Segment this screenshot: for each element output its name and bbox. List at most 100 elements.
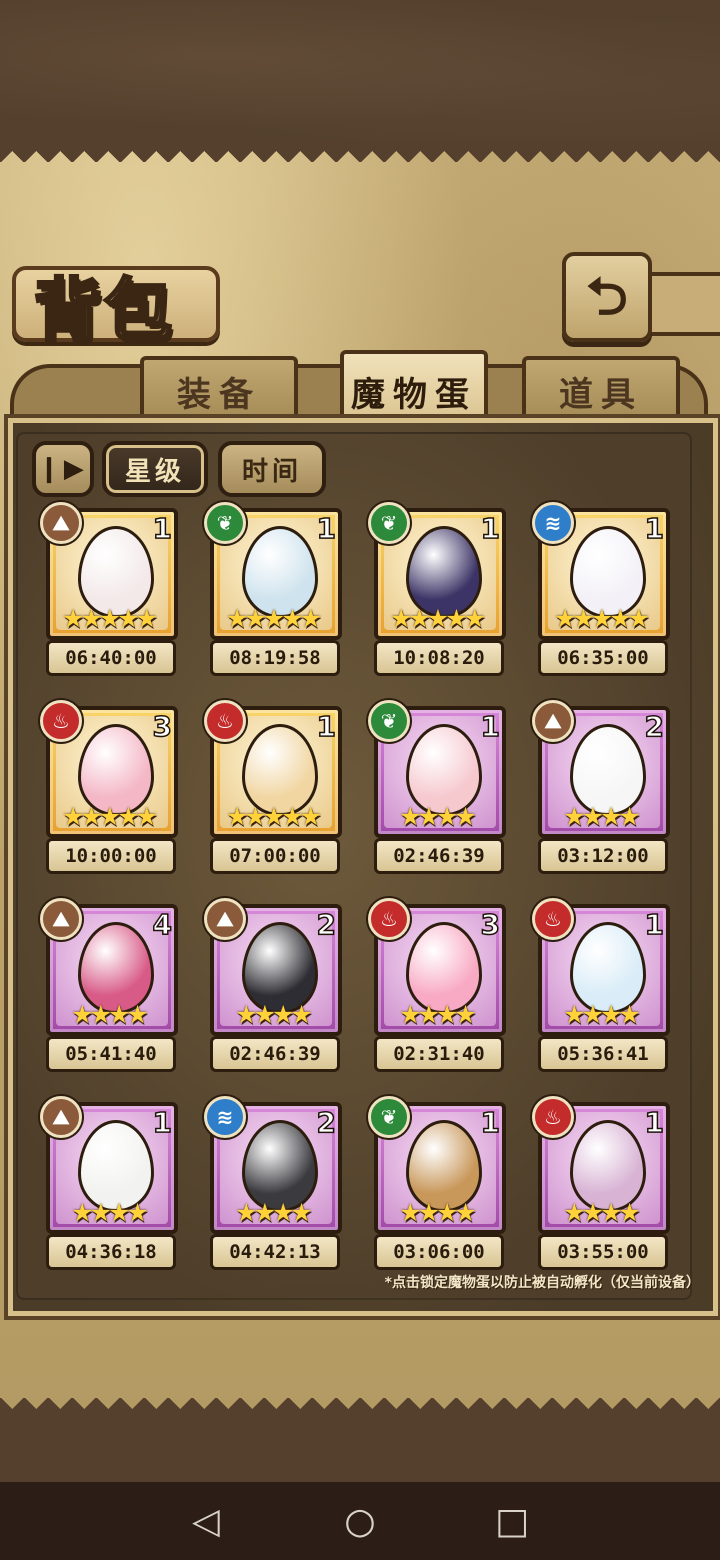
egg-count: 2	[316, 1105, 337, 1140]
star-rating: ★★★★★	[225, 802, 322, 831]
egg-count: 2	[644, 709, 665, 744]
egg-card[interactable]: ≋ 1 ★★★★★ 06:35:00	[532, 502, 670, 676]
egg-count: 1	[152, 1105, 173, 1140]
egg-count: 1	[644, 1105, 665, 1140]
nav-back-icon[interactable]: ◁	[186, 1502, 226, 1542]
star-rating: ★★★★	[563, 1000, 641, 1029]
torn-edge-top	[0, 140, 720, 162]
bottom-map-band	[0, 1420, 720, 1482]
egg-card[interactable]: ♨ 1 ★★★★★ 07:00:00	[204, 700, 342, 874]
egg-card[interactable]: ⛰ 1 ★★★★ 04:36:18	[40, 1096, 178, 1270]
hatch-timer: 03:06:00	[374, 1234, 504, 1270]
star-rating: ★★★★	[235, 1198, 313, 1227]
hatch-timer: 02:31:40	[374, 1036, 504, 1072]
element-plant-icon: ❦	[368, 1096, 410, 1138]
egg-count: 1	[644, 907, 665, 942]
footer-note: *点击锁定魔物蛋以防止被自动孵化（仅当前设备）	[384, 1275, 700, 1291]
egg-card[interactable]: ❦ 1 ★★★★★ 08:19:58	[204, 502, 342, 676]
star-rating: ★★★★	[563, 802, 641, 831]
star-rating: ★★★★★	[225, 604, 322, 633]
star-rating: ★★★★	[399, 1198, 477, 1227]
hatch-timer: 04:36:18	[46, 1234, 176, 1270]
hatch-timer: 02:46:39	[374, 838, 504, 874]
element-earth-icon: ⛰	[40, 502, 82, 544]
back-button[interactable]: ⮌	[562, 252, 652, 342]
star-rating: ★★★★	[235, 1000, 313, 1029]
egg-card[interactable]: ♨ 1 ★★★★ 03:55:00	[532, 1096, 670, 1270]
sort-toggle-button[interactable]: ❙▶	[32, 441, 94, 497]
element-fire-icon: ♨	[40, 700, 82, 742]
pause-sort-icon: ❙▶	[38, 454, 88, 484]
egg-card[interactable]: ⛰ 4 ★★★★ 05:41:40	[40, 898, 178, 1072]
hatch-timer: 10:08:20	[374, 640, 504, 676]
element-earth-icon: ⛰	[204, 898, 246, 940]
egg-count: 1	[152, 511, 173, 546]
egg-card[interactable]: ❦ 1 ★★★★ 03:06:00	[368, 1096, 506, 1270]
filter-time-button[interactable]: 时间	[218, 441, 326, 497]
hatch-timer: 02:46:39	[210, 1036, 340, 1072]
hatch-timer: 06:35:00	[538, 640, 668, 676]
android-nav-bar: ◁ ○ □	[0, 1482, 720, 1560]
element-plant-icon: ❦	[204, 502, 246, 544]
egg-card[interactable]: ❦ 1 ★★★★★ 10:08:20	[368, 502, 506, 676]
star-rating: ★★★★	[71, 1000, 149, 1029]
star-rating: ★★★★★	[61, 802, 158, 831]
egg-card[interactable]: ≋ 2 ★★★★ 04:42:13	[204, 1096, 342, 1270]
egg-count: 1	[316, 709, 337, 744]
egg-card[interactable]: ♨ 3 ★★★★ 02:31:40	[368, 898, 506, 1072]
element-fire-icon: ♨	[532, 898, 574, 940]
back-button-rail	[640, 272, 720, 336]
element-plant-icon: ❦	[368, 700, 410, 742]
egg-count: 1	[480, 511, 501, 546]
element-fire-icon: ♨	[368, 898, 410, 940]
egg-count: 1	[480, 1105, 501, 1140]
hatch-timer: 06:40:00	[46, 640, 176, 676]
element-fire-icon: ♨	[532, 1096, 574, 1138]
egg-count: 1	[644, 511, 665, 546]
element-earth-icon: ⛰	[40, 898, 82, 940]
element-earth-icon: ⛰	[40, 1096, 82, 1138]
hatch-timer: 08:19:58	[210, 640, 340, 676]
hatch-timer: 03:12:00	[538, 838, 668, 874]
star-rating: ★★★★★	[389, 604, 486, 633]
star-rating: ★★★★★	[553, 604, 650, 633]
star-rating: ★★★★★	[61, 604, 158, 633]
egg-count: 3	[480, 907, 501, 942]
star-rating: ★★★★	[563, 1198, 641, 1227]
element-earth-icon: ⛰	[532, 700, 574, 742]
egg-count: 1	[316, 511, 337, 546]
filter-star-button[interactable]: 星级	[102, 441, 208, 497]
element-water-icon: ≋	[204, 1096, 246, 1138]
element-water-icon: ≋	[532, 502, 574, 544]
egg-card[interactable]: ♨ 3 ★★★★★ 10:00:00	[40, 700, 178, 874]
egg-card[interactable]: ⛰ 2 ★★★★ 03:12:00	[532, 700, 670, 874]
egg-count: 1	[480, 709, 501, 744]
egg-card[interactable]: ⛰ 2 ★★★★ 02:46:39	[204, 898, 342, 1072]
hatch-timer: 10:00:00	[46, 838, 176, 874]
egg-card[interactable]: ❦ 1 ★★★★ 02:46:39	[368, 700, 506, 874]
egg-count: 3	[152, 709, 173, 744]
nav-home-icon[interactable]: ○	[340, 1502, 380, 1542]
star-rating: ★★★★	[399, 802, 477, 831]
top-map-band	[0, 0, 720, 140]
egg-count: 2	[316, 907, 337, 942]
nav-recent-icon[interactable]: □	[492, 1502, 532, 1542]
tab-items[interactable]: 道具	[522, 356, 680, 422]
back-arrow-icon: ⮌	[586, 267, 628, 327]
torn-edge-bottom	[0, 1398, 720, 1420]
tab-equipment[interactable]: 装备	[140, 356, 298, 422]
egg-card[interactable]: ⛰ 1 ★★★★★ 06:40:00	[40, 502, 178, 676]
egg-card[interactable]: ♨ 1 ★★★★ 05:36:41	[532, 898, 670, 1072]
page-title: 背包	[32, 271, 175, 353]
egg-count: 4	[152, 907, 173, 942]
tab-monster-eggs[interactable]: 魔物蛋	[340, 350, 488, 428]
star-rating: ★★★★	[71, 1198, 149, 1227]
hatch-timer: 07:00:00	[210, 838, 340, 874]
hatch-timer: 05:36:41	[538, 1036, 668, 1072]
hatch-timer: 03:55:00	[538, 1234, 668, 1270]
star-rating: ★★★★	[399, 1000, 477, 1029]
hatch-timer: 05:41:40	[46, 1036, 176, 1072]
element-plant-icon: ❦	[368, 502, 410, 544]
element-fire-icon: ♨	[204, 700, 246, 742]
hatch-timer: 04:42:13	[210, 1234, 340, 1270]
